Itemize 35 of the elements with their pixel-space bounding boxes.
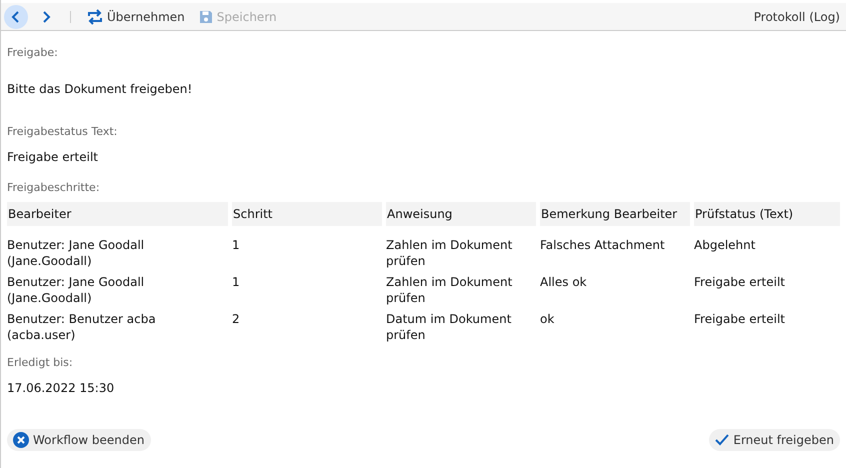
column-header: Anweisung: [386, 202, 536, 226]
table-cell: Benutzer: Jane Goodall (Jane.Goodall): [7, 274, 144, 304]
close-icon: [13, 432, 29, 448]
field-label: Freigabeschritte:: [7, 180, 101, 196]
table-cell: Zahlen im Dokument prüfen: [386, 238, 512, 268]
back-button[interactable]: [4, 4, 28, 28]
column-header: Bearbeiter: [7, 202, 228, 226]
table-cell: Benutzer: Benutzer acba (acba.user): [7, 312, 156, 342]
table-cell: ok: [540, 312, 554, 326]
log-link[interactable]: Protokoll (Log): [754, 8, 840, 26]
swap-arrows-icon: [87, 8, 103, 24]
approve-again-button[interactable]: Erneut freigeben: [709, 429, 840, 451]
column-header: Schritt: [232, 202, 382, 226]
column-header: Bemerkung Bearbeiter: [540, 202, 690, 226]
table-cell: Freigabe erteilt: [694, 274, 785, 288]
table-cell: 1: [232, 274, 240, 288]
table-cell: Falsches Attachment: [540, 238, 665, 252]
table-cell: Alles ok: [540, 274, 587, 288]
end-workflow-button[interactable]: Workflow beenden: [7, 429, 151, 451]
checkmark-icon: [715, 434, 730, 446]
table-cell: 1: [232, 238, 240, 252]
field-label: Freigabe:: [7, 45, 59, 61]
table-cell: 2: [232, 312, 240, 326]
table-cell: Zahlen im Dokument prüfen: [386, 274, 512, 304]
field-label: Erledigt bis:: [7, 354, 74, 370]
field-label: Freigabestatus Text:: [7, 124, 118, 140]
field-value: Freigabe erteilt: [7, 149, 99, 166]
table-cell: Abgelehnt: [694, 238, 756, 252]
table-cell: Freigabe erteilt: [694, 312, 785, 326]
apply-button[interactable]: Übernehmen: [83, 8, 189, 26]
column-header: Prüfstatus (Text): [694, 202, 840, 226]
field-value: Bitte das Dokument freigeben!: [7, 80, 194, 98]
table-cell: Benutzer: Jane Goodall (Jane.Goodall): [7, 238, 144, 268]
field-value: 17.06.2022 15:30: [7, 380, 116, 397]
table-cell: Datum im Dokument prüfen: [386, 312, 512, 342]
